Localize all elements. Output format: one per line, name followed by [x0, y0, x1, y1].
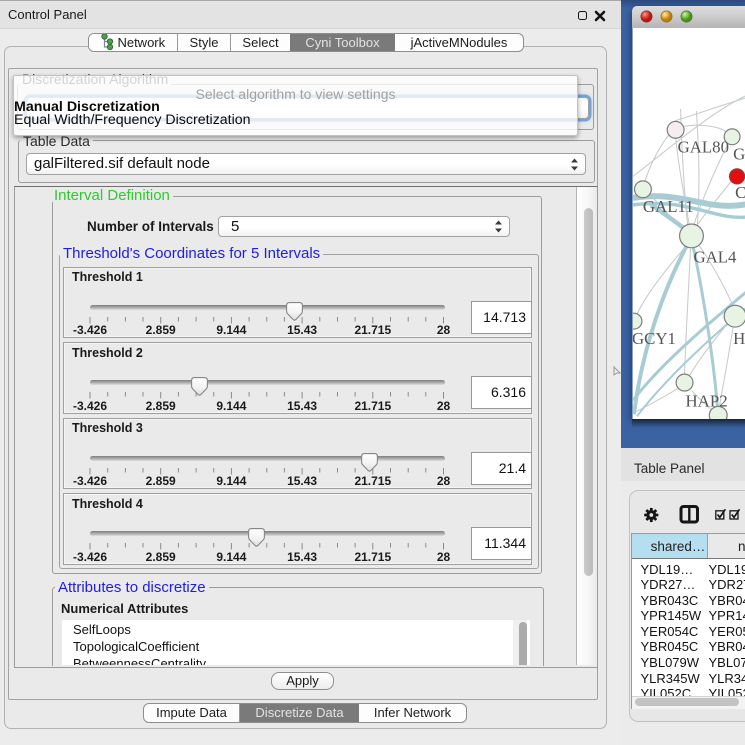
svg-text:GAL4: GAL4 — [693, 248, 737, 267]
svg-text:HAP2: HAP2 — [686, 391, 728, 410]
svg-text:GA: GA — [733, 145, 745, 164]
svg-text:GAL11: GAL11 — [643, 197, 694, 216]
svg-text:GCY1: GCY1 — [632, 329, 676, 348]
svg-text:GAL80: GAL80 — [678, 138, 729, 157]
svg-text:CY: CY — [735, 183, 745, 202]
svg-text:HA: HA — [733, 329, 745, 348]
